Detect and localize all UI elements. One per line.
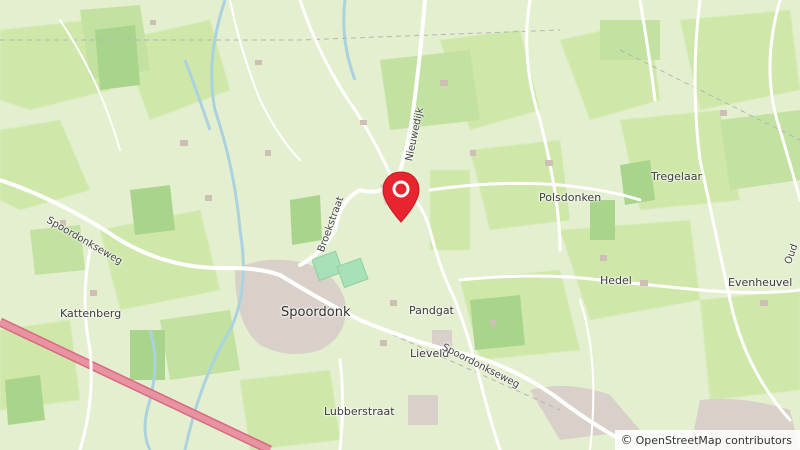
place-label-spoordonk: Spoordonk: [281, 305, 351, 320]
copyright-symbol: ©: [620, 433, 633, 447]
location-pin-shape: [382, 171, 420, 223]
place-label-pandgat: Pandgat: [409, 304, 454, 317]
attribution-link[interactable]: OpenStreetMap contributors: [636, 434, 792, 447]
place-label-kattenberg: Kattenberg: [60, 307, 122, 320]
place-label-evenheuvel: Evenheuvel: [728, 276, 793, 289]
place-label-tregelaar: Tregelaar: [651, 170, 702, 183]
location-pin-icon[interactable]: [381, 170, 421, 224]
place-label-lubberstraat: Lubberstraat: [324, 405, 395, 418]
map-view[interactable]: Spoordonk Kattenberg Pandgat Lieveld Lub…: [0, 0, 800, 450]
attribution-bar: © OpenStreetMap contributors: [614, 430, 800, 450]
place-label-hedel: Hedel: [600, 274, 632, 287]
place-label-polsdonken: Polsdonken: [539, 191, 602, 204]
map-tiles: [0, 0, 800, 450]
